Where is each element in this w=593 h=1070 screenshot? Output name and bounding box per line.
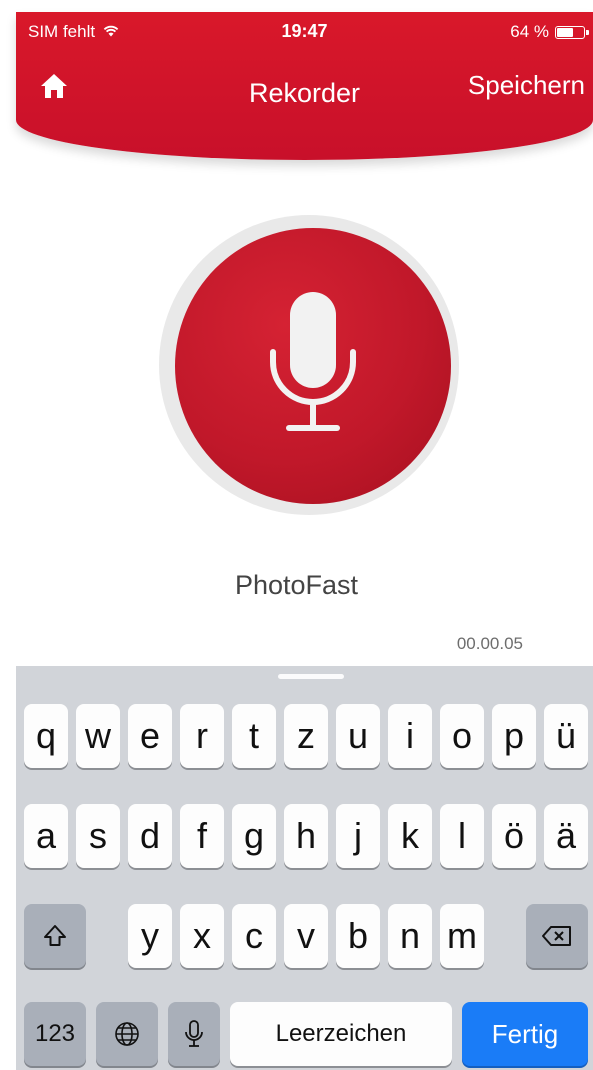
key-c[interactable]: c bbox=[232, 904, 276, 968]
backspace-key[interactable] bbox=[526, 904, 588, 968]
status-time: 19:47 bbox=[281, 21, 328, 41]
key-o[interactable]: o bbox=[440, 704, 484, 768]
key-a[interactable]: a bbox=[24, 804, 68, 868]
key-r[interactable]: r bbox=[180, 704, 224, 768]
recording-name[interactable]: PhotoFast bbox=[0, 570, 593, 601]
key-ue[interactable]: ü bbox=[544, 704, 588, 768]
save-button[interactable]: Speichern bbox=[468, 70, 585, 101]
key-y[interactable]: y bbox=[128, 904, 172, 968]
space-key[interactable]: Leerzeichen bbox=[230, 1002, 452, 1066]
done-key[interactable]: Fertig bbox=[462, 1002, 588, 1066]
status-bar: SIM fehlt 19:47 64 % bbox=[16, 12, 593, 52]
screen-edge bbox=[0, 0, 16, 1070]
battery-tip bbox=[586, 29, 589, 35]
key-g[interactable]: g bbox=[232, 804, 276, 868]
key-b[interactable]: b bbox=[336, 904, 380, 968]
dictation-key[interactable] bbox=[168, 1002, 220, 1066]
key-j[interactable]: j bbox=[336, 804, 380, 868]
shift-icon bbox=[44, 925, 66, 946]
dictation-icon bbox=[185, 1020, 203, 1047]
battery-percent: 64 % bbox=[510, 22, 549, 41]
key-k[interactable]: k bbox=[388, 804, 432, 868]
app-header: SIM fehlt 19:47 64 % Rekorder Speichern bbox=[16, 12, 593, 160]
shift-key[interactable] bbox=[24, 904, 86, 968]
key-oe[interactable]: ö bbox=[492, 804, 536, 868]
key-m[interactable]: m bbox=[440, 904, 484, 968]
key-ae[interactable]: ä bbox=[544, 804, 588, 868]
status-right: 64 % bbox=[510, 22, 589, 42]
key-h[interactable]: h bbox=[284, 804, 328, 868]
recording-timer: 00.00.05 bbox=[456, 634, 523, 653]
key-z[interactable]: z bbox=[284, 704, 328, 768]
screen-top-edge bbox=[0, 0, 593, 12]
key-e[interactable]: e bbox=[128, 704, 172, 768]
key-t[interactable]: t bbox=[232, 704, 276, 768]
key-x[interactable]: x bbox=[180, 904, 224, 968]
backspace-icon bbox=[542, 926, 571, 946]
key-q[interactable]: q bbox=[24, 704, 68, 768]
record-button[interactable] bbox=[175, 228, 451, 504]
battery-fill bbox=[557, 27, 573, 37]
key-p[interactable]: p bbox=[492, 704, 536, 768]
key-u[interactable]: u bbox=[336, 704, 380, 768]
key-v[interactable]: v bbox=[284, 904, 328, 968]
keyboard: q w e r t z u i o p ü a s d f g h j k l … bbox=[16, 666, 593, 1070]
key-n[interactable]: n bbox=[388, 904, 432, 968]
microphone-icon bbox=[270, 292, 356, 431]
key-d[interactable]: d bbox=[128, 804, 172, 868]
globe-icon bbox=[115, 1022, 139, 1046]
key-s[interactable]: s bbox=[76, 804, 120, 868]
key-l[interactable]: l bbox=[440, 804, 484, 868]
numbers-key[interactable]: 123 bbox=[24, 1002, 86, 1066]
globe-key[interactable] bbox=[96, 1002, 158, 1066]
battery-icon bbox=[555, 25, 589, 39]
key-i[interactable]: i bbox=[388, 704, 432, 768]
key-w[interactable]: w bbox=[76, 704, 120, 768]
key-f[interactable]: f bbox=[180, 804, 224, 868]
keyboard-handle bbox=[278, 674, 344, 679]
